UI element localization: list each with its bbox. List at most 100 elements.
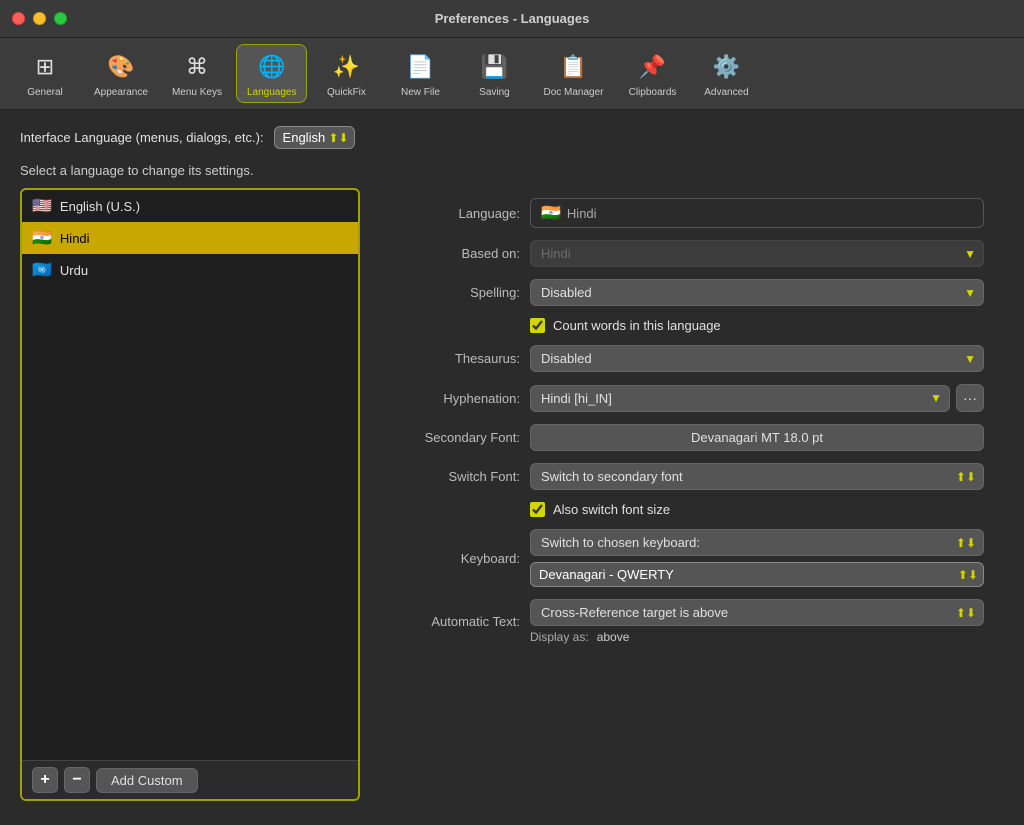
- toolbar-item-new-file[interactable]: 📄 New File: [385, 45, 455, 102]
- window-controls[interactable]: [12, 12, 67, 25]
- languages-icon: 🌐: [254, 49, 290, 85]
- keyboard-dropdown-wrapper[interactable]: Switch to chosen keyboard: Do not switch…: [530, 529, 984, 556]
- hyphenation-controls: Hindi [hi_IN] None ▼ ···: [530, 384, 984, 412]
- toolbar-item-saving[interactable]: 💾 Saving: [459, 45, 529, 102]
- also-switch-size-checkbox[interactable]: [530, 502, 545, 517]
- toolbar-label-general: General: [27, 87, 63, 98]
- language-name-hi: Hindi: [60, 231, 90, 246]
- toolbar-label-quickfix: QuickFix: [327, 87, 366, 98]
- language-name-ur: Urdu: [60, 263, 88, 278]
- add-custom-button[interactable]: Add Custom: [96, 768, 198, 793]
- also-switch-size-label: Also switch font size: [553, 502, 670, 517]
- secondary-font-row: Secondary Font: Devanagari MT 18.0 pt: [380, 424, 984, 451]
- hyphenation-extra-button[interactable]: ···: [956, 384, 984, 412]
- count-words-label: Count words in this language: [553, 318, 721, 333]
- spelling-select[interactable]: Disabled Enabled: [530, 279, 984, 306]
- language-item-en-us[interactable]: 🇺🇸 English (U.S.): [22, 190, 358, 222]
- thesaurus-row: Thesaurus: Disabled Enabled ▼: [380, 345, 984, 372]
- toolbar-label-advanced: Advanced: [704, 87, 748, 98]
- automatic-text-select[interactable]: Cross-Reference target is above None: [530, 599, 984, 626]
- automatic-text-row: Automatic Text: Cross-Reference target i…: [380, 599, 984, 644]
- saving-icon: 💾: [476, 49, 512, 85]
- toolbar-item-advanced[interactable]: ⚙️ Advanced: [692, 45, 762, 102]
- keyboard-controls: Switch to chosen keyboard: Do not switch…: [530, 529, 984, 587]
- list-bottom-bar: + − Add Custom: [22, 760, 358, 799]
- add-language-button[interactable]: +: [32, 767, 58, 793]
- keyboard-layout-select[interactable]: Devanagari - QWERTY ABC: [530, 562, 984, 587]
- based-on-select[interactable]: Hindi: [530, 240, 984, 267]
- keyboard-row: Keyboard: Switch to chosen keyboard: Do …: [380, 529, 984, 587]
- toolbar-item-clipboards[interactable]: 📌 Clipboards: [618, 45, 688, 102]
- quickfix-icon: ✨: [328, 49, 364, 85]
- interface-language-label: Interface Language (menus, dialogs, etc.…: [20, 130, 264, 145]
- language-value: Hindi: [567, 206, 597, 221]
- interface-language-row: Interface Language (menus, dialogs, etc.…: [20, 126, 1004, 149]
- spelling-row: Spelling: Disabled Enabled ▼: [380, 279, 984, 306]
- menu-keys-icon: ⌘: [179, 49, 215, 85]
- switch-font-row: Switch Font: Switch to secondary font Do…: [380, 463, 984, 490]
- hyphenation-row: Hyphenation: Hindi [hi_IN] None ▼ ···: [380, 384, 984, 412]
- close-button[interactable]: [12, 12, 25, 25]
- hyphenation-select[interactable]: Hindi [hi_IN] None: [530, 385, 950, 412]
- count-words-checkbox[interactable]: [530, 318, 545, 333]
- hyphenation-select-wrapper[interactable]: Hindi [hi_IN] None ▼: [530, 385, 950, 412]
- new-file-icon: 📄: [402, 49, 438, 85]
- language-item-hi[interactable]: 🇮🇳 Hindi: [22, 222, 358, 254]
- automatic-text-dropdown-wrapper[interactable]: Cross-Reference target is above None ⬆⬇: [530, 599, 984, 626]
- flag-hi: 🇮🇳: [32, 228, 52, 248]
- toolbar-item-menu-keys[interactable]: ⌘ Menu Keys: [162, 45, 232, 102]
- spelling-dropdown-wrapper[interactable]: Disabled Enabled ▼: [530, 279, 984, 306]
- thesaurus-select[interactable]: Disabled Enabled: [530, 345, 984, 372]
- switch-font-dropdown-wrapper[interactable]: Switch to secondary font Do not switch ⬆…: [530, 463, 984, 490]
- toolbar-item-doc-manager[interactable]: 📋 Doc Manager: [533, 45, 613, 102]
- window-title: Preferences - Languages: [435, 11, 590, 26]
- language-item-ur[interactable]: 🇺🇳 Urdu: [22, 254, 358, 286]
- keyboard-label: Keyboard:: [380, 551, 520, 566]
- toolbar-item-general[interactable]: ⊞ General: [10, 45, 80, 102]
- based-on-select-wrapper[interactable]: Hindi ▼: [530, 240, 984, 267]
- content-area: Interface Language (menus, dialogs, etc.…: [0, 110, 1024, 825]
- toolbar-label-doc-manager: Doc Manager: [543, 87, 603, 98]
- maximize-button[interactable]: [54, 12, 67, 25]
- toolbar-label-saving: Saving: [479, 87, 510, 98]
- language-list-container: 🇺🇸 English (U.S.) 🇮🇳 Hindi 🇺🇳 Urdu + − A…: [20, 188, 360, 801]
- advanced-icon: ⚙️: [709, 49, 745, 85]
- toolbar-item-quickfix[interactable]: ✨ QuickFix: [311, 45, 381, 102]
- switch-font-label: Switch Font:: [380, 469, 520, 484]
- toolbar-label-clipboards: Clipboards: [629, 87, 677, 98]
- appearance-icon: 🎨: [103, 49, 139, 85]
- automatic-text-label: Automatic Text:: [380, 614, 520, 629]
- toolbar-label-menu-keys: Menu Keys: [172, 87, 222, 98]
- toolbar-label-languages: Languages: [247, 87, 297, 98]
- switch-font-select[interactable]: Switch to secondary font Do not switch: [530, 463, 984, 490]
- select-language-label: Select a language to change its settings…: [20, 163, 1004, 178]
- language-setting-row: Language: 🇮🇳 Hindi: [380, 198, 984, 228]
- interface-language-select-wrapper[interactable]: English Spanish French German ⬆⬇: [274, 126, 355, 149]
- toolbar-label-new-file: New File: [401, 87, 440, 98]
- language-field-label: Language:: [380, 206, 520, 221]
- minimize-button[interactable]: [33, 12, 46, 25]
- interface-language-select[interactable]: English Spanish French German: [274, 126, 355, 149]
- based-on-label: Based on:: [380, 246, 520, 261]
- language-input-wrapper: 🇮🇳 Hindi: [530, 198, 984, 228]
- language-flag: 🇮🇳: [541, 203, 561, 223]
- thesaurus-label: Thesaurus:: [380, 351, 520, 366]
- title-bar: Preferences - Languages: [0, 0, 1024, 38]
- secondary-font-button[interactable]: Devanagari MT 18.0 pt: [530, 424, 984, 451]
- remove-language-button[interactable]: −: [64, 767, 90, 793]
- settings-panel: Language: 🇮🇳 Hindi Based on: Hindi ▼ S: [360, 188, 1004, 801]
- thesaurus-dropdown-wrapper[interactable]: Disabled Enabled ▼: [530, 345, 984, 372]
- flag-ur: 🇺🇳: [32, 260, 52, 280]
- toolbar-item-appearance[interactable]: 🎨 Appearance: [84, 45, 158, 102]
- spelling-label: Spelling:: [380, 285, 520, 300]
- language-list: 🇺🇸 English (U.S.) 🇮🇳 Hindi 🇺🇳 Urdu: [22, 190, 358, 760]
- keyboard-select[interactable]: Switch to chosen keyboard: Do not switch: [530, 529, 984, 556]
- toolbar-item-languages[interactable]: 🌐 Languages: [236, 44, 308, 103]
- display-as-value: above: [597, 630, 630, 644]
- flag-en-us: 🇺🇸: [32, 196, 52, 216]
- keyboard-layout-wrapper[interactable]: Devanagari - QWERTY ABC ⬆⬇: [530, 562, 984, 587]
- toolbar-label-appearance: Appearance: [94, 87, 148, 98]
- automatic-text-controls: Cross-Reference target is above None ⬆⬇ …: [530, 599, 984, 644]
- display-as-row: Display as: above: [530, 630, 984, 644]
- clipboards-icon: 📌: [635, 49, 671, 85]
